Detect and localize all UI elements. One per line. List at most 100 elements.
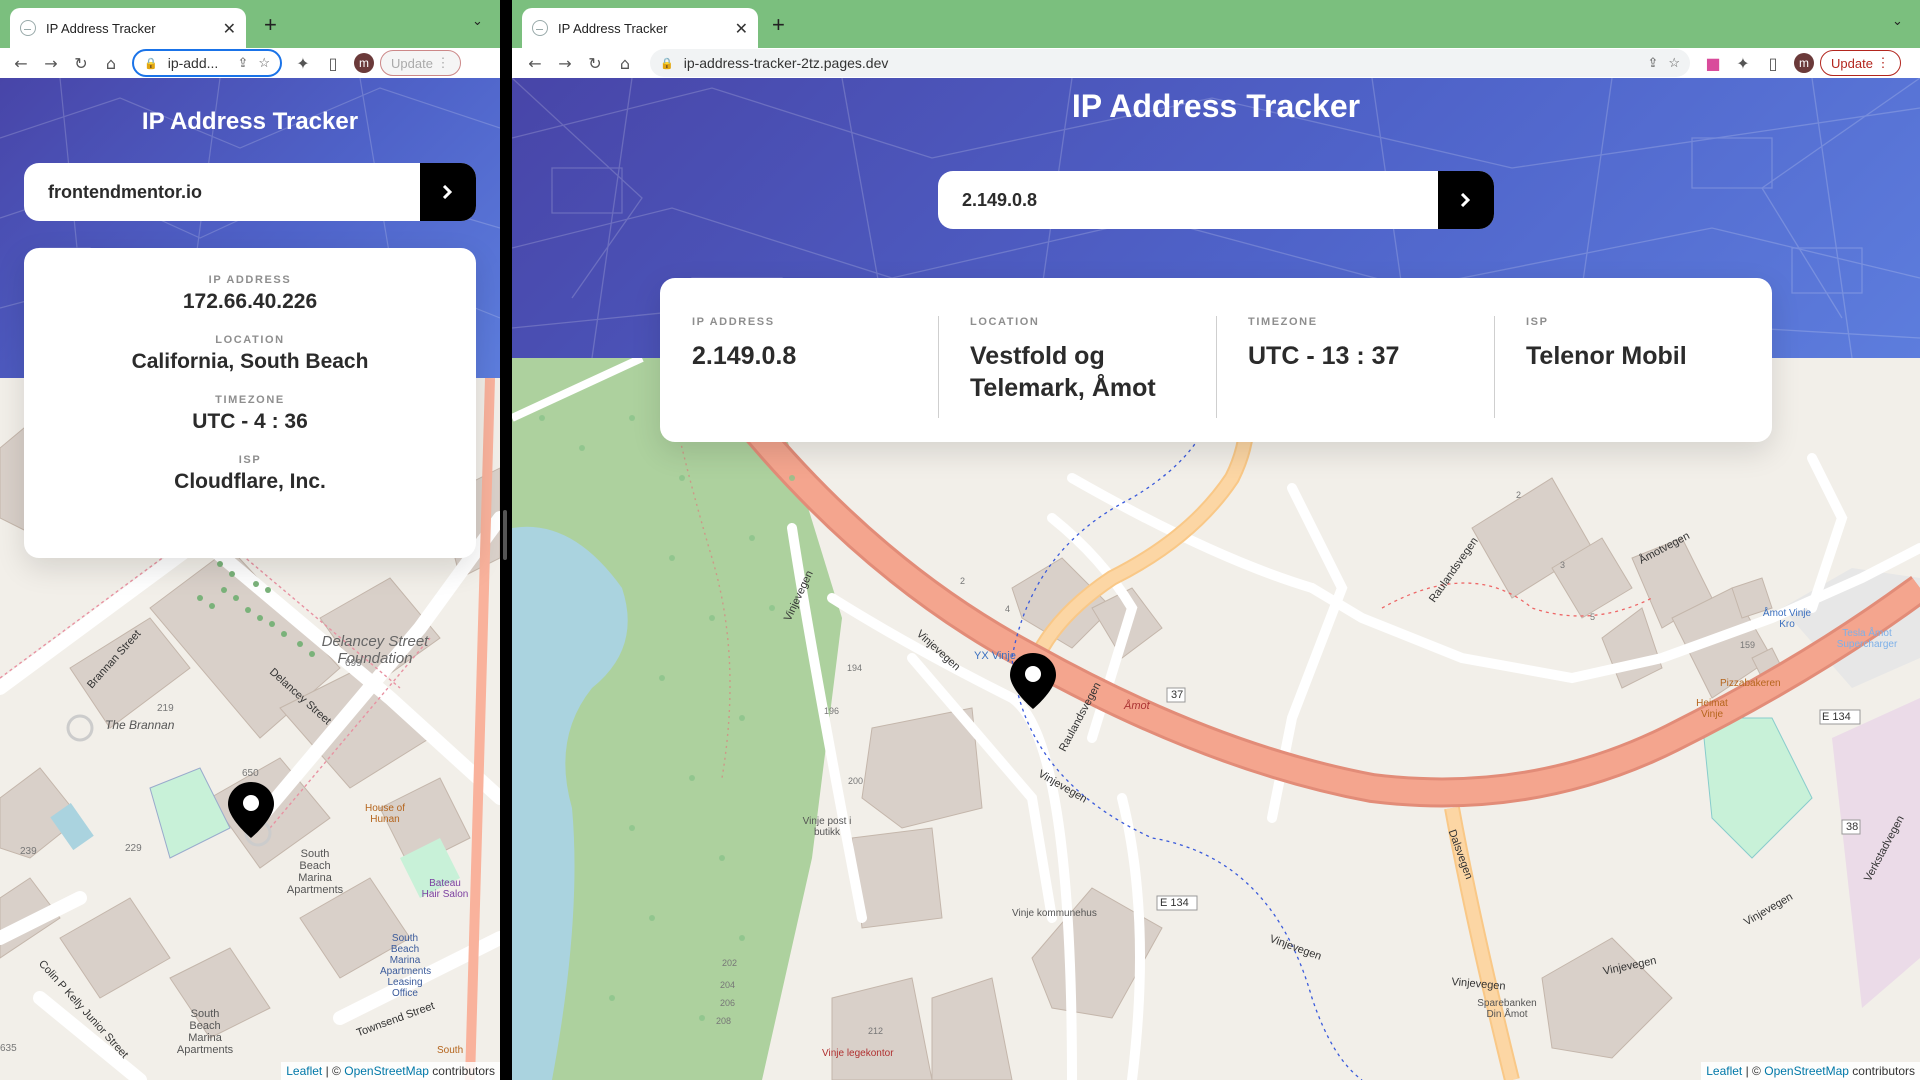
back-icon[interactable]: ← <box>6 54 36 73</box>
info-value: California, South Beach <box>131 350 369 373</box>
share-icon[interactable]: ⇪ <box>1647 55 1658 71</box>
map-label-699: 699 <box>345 658 362 669</box>
new-tab-icon[interactable]: + <box>772 12 785 38</box>
location-pin-icon <box>228 782 274 838</box>
info-label: TIMEZONE <box>1248 316 1318 328</box>
map-right[interactable]: Vinjevegen Vinjevegen Vinjevegen Vinjeve… <box>512 358 1920 1080</box>
close-tab-icon[interactable]: ✕ <box>735 19 748 38</box>
info-label: ISP <box>238 454 262 466</box>
map-label-202: 202 <box>722 958 738 968</box>
browser-toolbar: ← → ↻ ⌂ 🔒 ip-add... ⇪ ☆ ✦ ▯ m Update ⋮ <box>0 48 500 78</box>
info-label: TIMEZONE <box>215 394 285 406</box>
share-icon[interactable]: ⇪ <box>237 55 248 71</box>
tab-title: IP Address Tracker <box>46 20 156 36</box>
map-label-196: 196 <box>824 706 840 716</box>
map-label-194: 194 <box>847 663 863 673</box>
map-label-229: 229 <box>125 843 142 854</box>
map-label-2: 2 <box>960 576 966 586</box>
map-label-200: 200 <box>848 776 864 786</box>
favicon-icon <box>20 20 36 36</box>
forward-icon[interactable]: → <box>550 54 580 73</box>
search-bar <box>938 171 1494 229</box>
info-card: IP ADDRESS 2.149.0.8 LOCATION Vestfold o… <box>660 278 1772 442</box>
update-button[interactable]: Update ⋮ <box>380 50 461 76</box>
info-item-timezone: TIMEZONE UTC - 4 : 36 <box>24 394 476 434</box>
map-label-4: 4 <box>1005 604 1011 614</box>
extensions-icon[interactable]: ✦ <box>288 54 318 73</box>
address-bar[interactable]: 🔒 ip-address-tracker-2tz.pages.dev ⇪ ☆ <box>650 49 1690 77</box>
map-label-219: 219 <box>157 703 174 714</box>
extensions-icon[interactable]: ✦ <box>1728 54 1758 73</box>
map-label-the-brannan: The Brannan <box>105 718 175 732</box>
map-label-206: 206 <box>720 998 736 1008</box>
info-value: UTC - 4 : 36 <box>192 410 308 433</box>
sidepanel-icon[interactable]: ▯ <box>1758 54 1788 73</box>
app-title: IP Address Tracker <box>141 108 359 135</box>
tab-ip-tracker[interactable]: IP Address Tracker ✕ <box>522 8 758 48</box>
search-input[interactable] <box>24 163 420 221</box>
page-viewport: IP Address Tracker <box>0 78 500 1080</box>
map-label-5: 5 <box>1590 612 1596 622</box>
favicon-icon <box>532 20 548 36</box>
leaflet-link[interactable]: Leaflet <box>1706 1064 1742 1078</box>
extension-gradient-icon[interactable]: ■ <box>1698 54 1728 73</box>
avatar[interactable]: m <box>354 53 374 73</box>
back-icon[interactable]: ← <box>520 54 550 73</box>
map-label-amot-vinje-kro: Åmot Vinje Kro <box>1762 608 1812 630</box>
lock-icon: 🔒 <box>660 57 674 70</box>
star-icon[interactable]: ☆ <box>1668 55 1680 71</box>
arrow-right-icon <box>1460 193 1471 207</box>
search-input[interactable] <box>938 171 1438 229</box>
reload-icon[interactable]: ↻ <box>580 54 610 73</box>
sidepanel-icon[interactable]: ▯ <box>318 54 348 73</box>
update-label: Update <box>391 55 433 71</box>
map-label-3: 3 <box>1560 560 1566 570</box>
update-label: Update <box>1831 55 1873 71</box>
map-label-635: 635 <box>0 1043 17 1054</box>
tab-search-chevron-icon[interactable]: ⌄ <box>1892 14 1903 29</box>
map-label-amot: Åmot <box>1124 700 1150 712</box>
info-label: IP ADDRESS <box>208 274 292 286</box>
map-label-tesla: Tesla Åmot Supercharger <box>1836 628 1898 650</box>
new-tab-icon[interactable]: + <box>264 12 277 38</box>
browser-window-right: IP Address Tracker ✕ + ⌄ ← → ↻ ⌂ 🔒 ip-ad… <box>512 0 1920 1080</box>
map-label-212: 212 <box>868 1026 884 1036</box>
leaflet-link[interactable]: Leaflet <box>286 1064 322 1078</box>
info-label: LOCATION <box>215 334 285 346</box>
map-label-leasing-office: South Beach Marina Apartments Leasing Of… <box>380 933 432 999</box>
map-label-south-beach-marina-apartments-2: South Beach Marina Apartments <box>176 1008 234 1056</box>
map-label-heimat-vinje: Heimat Vinje <box>1696 698 1728 720</box>
map-label-south-beach-marina-apartments: South Beach Marina Apartments <box>286 848 344 896</box>
osm-link[interactable]: OpenStreetMap <box>1764 1064 1849 1078</box>
info-item-ip: IP ADDRESS 172.66.40.226 <box>24 274 476 314</box>
avatar[interactable]: m <box>1794 53 1814 73</box>
home-icon[interactable]: ⌂ <box>610 54 640 73</box>
attribution-contributors: contributors <box>1852 1064 1915 1078</box>
reload-icon[interactable]: ↻ <box>66 54 96 73</box>
forward-icon[interactable]: → <box>36 54 66 73</box>
map-attribution: Leaflet | © OpenStreetMap contributors <box>281 1062 500 1080</box>
attribution-separator: | © <box>1745 1064 1761 1078</box>
info-value: UTC - 13 : 37 <box>1248 342 1400 370</box>
search-submit-button[interactable] <box>420 163 476 221</box>
info-item-location: LOCATION Vestfold og Telemark, Åmot <box>938 316 1216 442</box>
star-icon[interactable]: ☆ <box>258 55 270 71</box>
osm-link[interactable]: OpenStreetMap <box>344 1064 429 1078</box>
window-divider-handle[interactable] <box>503 510 507 560</box>
home-icon[interactable]: ⌂ <box>96 54 126 73</box>
info-label: LOCATION <box>970 316 1040 328</box>
tab-search-chevron-icon[interactable]: ⌄ <box>472 14 483 29</box>
address-bar-url: ip-add... <box>167 55 219 71</box>
search-bar <box>24 163 476 221</box>
info-value: 2.149.0.8 <box>692 342 797 370</box>
lock-icon: 🔒 <box>144 57 158 70</box>
tab-title: IP Address Tracker <box>558 20 668 36</box>
search-submit-button[interactable] <box>1438 171 1494 229</box>
address-bar[interactable]: 🔒 ip-add... ⇪ ☆ <box>132 49 282 77</box>
map-label-e134-2: E 134 <box>1822 711 1851 723</box>
map-label-route-38: 38 <box>1846 821 1859 833</box>
info-value: Vestfold og Telemark, Åmot <box>970 342 1156 402</box>
tab-ip-tracker[interactable]: IP Address Tracker ✕ <box>10 8 246 48</box>
update-button[interactable]: Update ⋮ <box>1820 50 1901 76</box>
close-tab-icon[interactable]: ✕ <box>223 19 236 38</box>
